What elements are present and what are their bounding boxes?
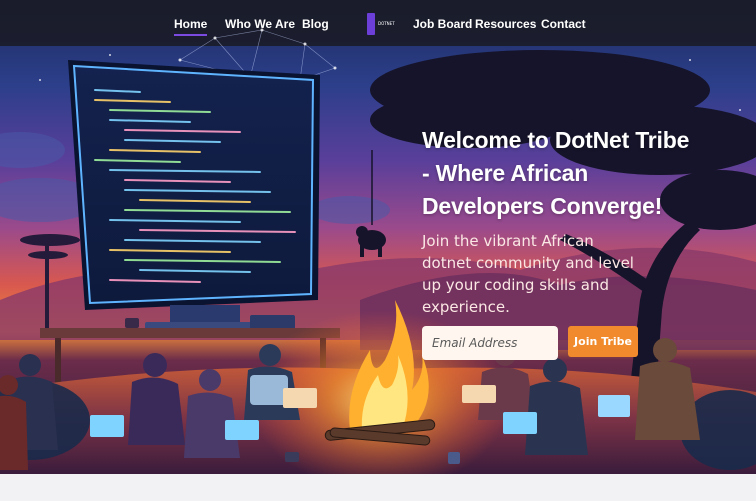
nav-resources[interactable]: Resources — [475, 17, 536, 31]
nav-who-we-are[interactable]: Who We Are — [225, 17, 295, 31]
nav-job-board[interactable]: Job Board — [413, 17, 472, 31]
hero-title: Welcome to DotNet Tribe - Where African … — [422, 127, 690, 219]
nav-contact[interactable]: Contact — [541, 17, 586, 31]
logo-mark-icon — [367, 13, 375, 35]
logo-text: DOTNET — [378, 21, 395, 26]
hero-subtitle: Join the vibrant African dotnet communit… — [422, 232, 634, 316]
site-logo[interactable]: DOTNET — [365, 13, 395, 35]
signup-form: Join Tribe — [422, 326, 642, 360]
next-section-edge — [0, 474, 756, 501]
nav-home[interactable]: Home — [174, 17, 207, 31]
join-tribe-button[interactable]: Join Tribe — [568, 326, 638, 357]
nav-blog[interactable]: Blog — [302, 17, 329, 31]
developers-campfire-illustration — [0, 0, 756, 474]
top-navigation: Home Who We Are Blog DOTNET Job Board Re… — [0, 0, 756, 48]
email-input[interactable] — [422, 326, 558, 360]
hero-section: Home Who We Are Blog DOTNET Job Board Re… — [0, 0, 756, 474]
nav-active-indicator — [174, 34, 207, 36]
